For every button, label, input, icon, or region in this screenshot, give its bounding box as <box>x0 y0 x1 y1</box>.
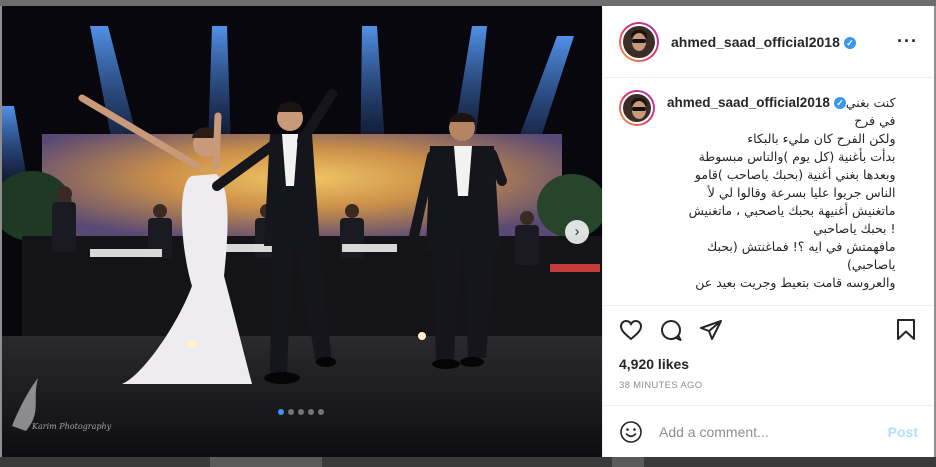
comments-section: ahmed_saad_official2018 ✓ كنت بغني في فرح… <box>603 78 934 305</box>
background-thumbnail <box>644 457 936 467</box>
caption-text-first-line: كنت بغني <box>845 95 896 110</box>
likes-count[interactable]: 4,920 likes <box>619 356 918 372</box>
author-avatar[interactable] <box>619 21 659 62</box>
caption-line: في فرح <box>854 113 896 128</box>
caption-line: مافهمتش في ايه ؟! فماغنتش (بحبك <box>707 239 896 254</box>
post-actions: 4,920 likes 38 MINUTES AGO <box>603 305 934 405</box>
caption-line: وبعدها بغني أغنية (بحبك ياصاحب )قامو <box>694 167 896 182</box>
caption-line: الناس جريوا عليا بسرعة وقالوا لي لأ <box>707 185 896 200</box>
carousel-indicator <box>278 409 324 415</box>
background-thumbnail <box>0 457 210 467</box>
author-username[interactable]: ahmed_saad_official2018 ✓ <box>671 34 856 50</box>
post-side-panel: ahmed_saad_official2018 ✓ ··· ahmed_saad_… <box>602 6 934 457</box>
photo-watermark: Karim Photography <box>32 422 112 431</box>
caption-line: ماتغنيش أغنيهة بحبك ياصحبي ، ماتغنيش <box>688 203 896 218</box>
verified-badge-icon: ✓ <box>833 97 846 109</box>
verified-badge-icon: ✓ <box>843 36 856 49</box>
post-modal: › Karim Photography ahmed_saad_official2… <box>2 6 934 457</box>
heart-icon[interactable] <box>619 318 643 342</box>
carousel-dot <box>298 409 304 415</box>
post-photo[interactable]: › Karim Photography <box>2 6 602 457</box>
comment-icon[interactable] <box>659 318 683 342</box>
chevron-right-icon: › <box>574 222 580 240</box>
add-comment-bar: Post <box>603 405 934 457</box>
wedding-stage-photo <box>2 6 602 457</box>
background-thumbnail <box>322 457 612 467</box>
author-username-text[interactable]: ahmed_saad_official2018 <box>671 34 840 50</box>
comment-input[interactable] <box>659 423 888 440</box>
carousel-next-button[interactable]: › <box>565 220 589 244</box>
caption-line: ياصاحبي) <box>847 257 896 272</box>
carousel-dot <box>308 409 314 415</box>
carousel-dot <box>318 409 324 415</box>
share-icon[interactable] <box>699 318 723 342</box>
caption-username-text[interactable]: ahmed_saad_official2018 <box>667 95 830 110</box>
caption: ahmed_saad_official2018 ✓ كنت بغني في فرح… <box>619 90 918 292</box>
carousel-dot <box>288 409 294 415</box>
caption-line: ! بحبك ياصاحبي <box>813 221 896 236</box>
caption-author-avatar[interactable] <box>619 90 655 126</box>
post-header: ahmed_saad_official2018 ✓ ··· <box>603 6 934 78</box>
caption-line: بدأت بأغنية (كل يوم )والناس مبسوطة <box>698 149 896 164</box>
post-timestamp[interactable]: 38 MINUTES AGO <box>619 380 918 391</box>
caption-username[interactable]: ahmed_saad_official2018 ✓ <box>667 94 846 112</box>
more-icon[interactable]: ··· <box>897 31 918 52</box>
emoji-icon[interactable] <box>619 420 643 444</box>
caption-line: والعروسه قامت بتعيط وجريت بعيد عن <box>695 275 896 290</box>
caption-line: ولكن الفرح كان مليء بالبكاء <box>747 131 896 146</box>
carousel-dot <box>278 409 284 415</box>
post-comment-button[interactable]: Post <box>888 424 918 440</box>
caption-text: في فرح ولكن الفرح كان مليء بالبكاء بدأت بأ… <box>667 112 896 292</box>
bookmark-icon[interactable] <box>894 318 918 342</box>
